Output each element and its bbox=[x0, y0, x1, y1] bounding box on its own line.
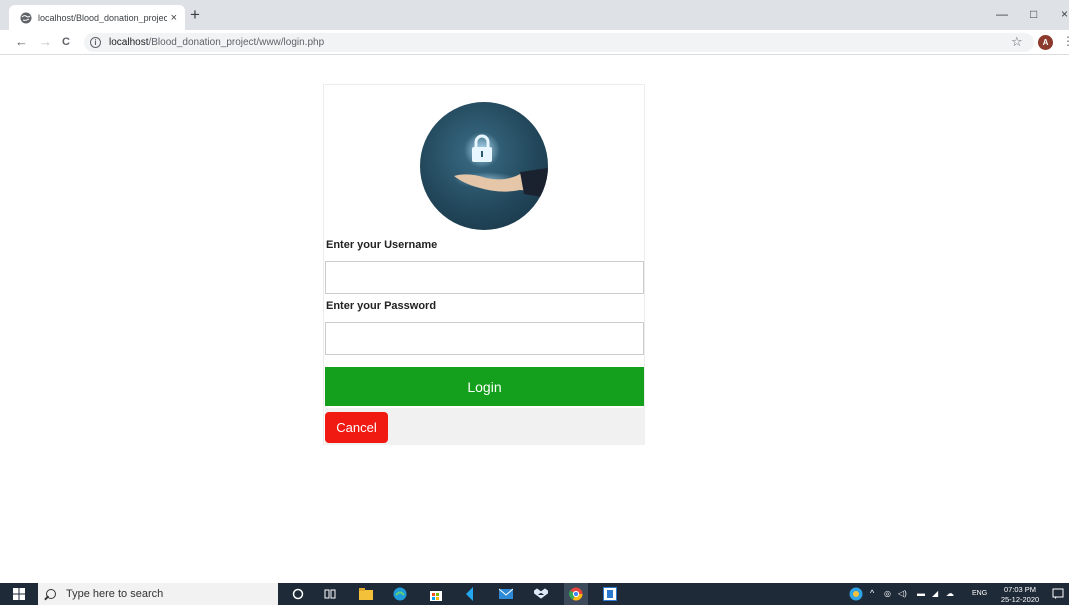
lock-in-hand-icon bbox=[420, 102, 548, 230]
password-label: Enter your Password bbox=[326, 300, 437, 312]
volume-icon[interactable]: ◁) bbox=[898, 589, 907, 598]
tab-title: localhost/Blood_donation_projec bbox=[38, 12, 167, 23]
profile-avatar[interactable]: A bbox=[1038, 35, 1053, 50]
browser-toolbar: ← → C i localhost/Blood_donation_project… bbox=[0, 30, 1069, 55]
browser-tab[interactable]: localhost/Blood_donation_projec × bbox=[9, 5, 185, 30]
show-hidden-icons-icon[interactable]: ^ bbox=[870, 588, 874, 598]
globe-icon bbox=[19, 11, 32, 24]
chrome-icon[interactable] bbox=[568, 586, 584, 602]
address-bar[interactable]: i localhost/Blood_donation_project/www/l… bbox=[84, 33, 1034, 52]
task-view-icon[interactable] bbox=[322, 586, 338, 602]
forward-button[interactable]: → bbox=[39, 34, 52, 50]
tab-close-icon[interactable]: × bbox=[171, 12, 177, 24]
clock-date: 25-12-2020 bbox=[1000, 595, 1040, 604]
taskbar-search[interactable]: Type here to search bbox=[38, 583, 278, 605]
password-input[interactable] bbox=[325, 322, 644, 355]
clock-time: 07:03 PM bbox=[1003, 585, 1037, 594]
close-window-button[interactable]: × bbox=[1061, 7, 1068, 21]
windows-start-icon[interactable] bbox=[0, 583, 38, 605]
username-label: Enter your Username bbox=[326, 239, 438, 251]
dropbox-icon[interactable] bbox=[533, 586, 549, 602]
mail-icon[interactable] bbox=[498, 586, 514, 602]
maximize-button[interactable]: □ bbox=[1030, 7, 1037, 21]
file-explorer-icon[interactable] bbox=[358, 586, 374, 602]
language-indicator[interactable]: ENG bbox=[972, 590, 987, 597]
url-path: /Blood_donation_project/www/login.php bbox=[148, 37, 325, 48]
username-input[interactable] bbox=[325, 261, 644, 294]
wifi-tray-icon[interactable]: ◎ bbox=[884, 589, 891, 598]
login-button[interactable]: Login bbox=[325, 367, 644, 406]
browser-menu-icon[interactable]: ⋮ bbox=[1062, 34, 1069, 48]
back-button[interactable]: ← bbox=[15, 34, 28, 50]
cancel-container: Cancel bbox=[325, 408, 645, 445]
onedrive-icon[interactable]: ☁ bbox=[946, 589, 954, 598]
clock[interactable]: 07:03 PM 25-12-2020 bbox=[997, 585, 1043, 605]
browser-tab-strip: localhost/Blood_donation_projec × + — □ … bbox=[0, 0, 1069, 30]
search-icon bbox=[46, 589, 56, 599]
notifications-icon[interactable] bbox=[1050, 586, 1066, 602]
app-icon[interactable] bbox=[602, 586, 618, 602]
bookmark-star-icon[interactable]: ☆ bbox=[1011, 34, 1023, 50]
minimize-button[interactable]: — bbox=[996, 7, 1008, 21]
help-icon[interactable] bbox=[848, 586, 864, 602]
network-icon[interactable]: ◢ bbox=[932, 589, 938, 598]
search-placeholder: Type here to search bbox=[66, 588, 164, 600]
reload-button[interactable]: C bbox=[62, 34, 70, 50]
cancel-button[interactable]: Cancel bbox=[325, 412, 388, 443]
login-card: Enter your Username Enter your Password … bbox=[323, 84, 645, 445]
edge-icon[interactable] bbox=[392, 586, 408, 602]
windows-taskbar: Type here to search ^ ◎ ◁) ▬ ◢ ☁ ENG 07:… bbox=[0, 583, 1069, 605]
info-icon[interactable]: i bbox=[90, 37, 101, 48]
store-icon[interactable] bbox=[428, 586, 444, 602]
new-tab-button[interactable]: + bbox=[190, 6, 200, 24]
url-host: localhost bbox=[109, 37, 149, 48]
vscode-icon[interactable] bbox=[462, 586, 478, 602]
cortana-icon[interactable] bbox=[290, 586, 306, 602]
battery-icon[interactable]: ▬ bbox=[917, 589, 925, 598]
